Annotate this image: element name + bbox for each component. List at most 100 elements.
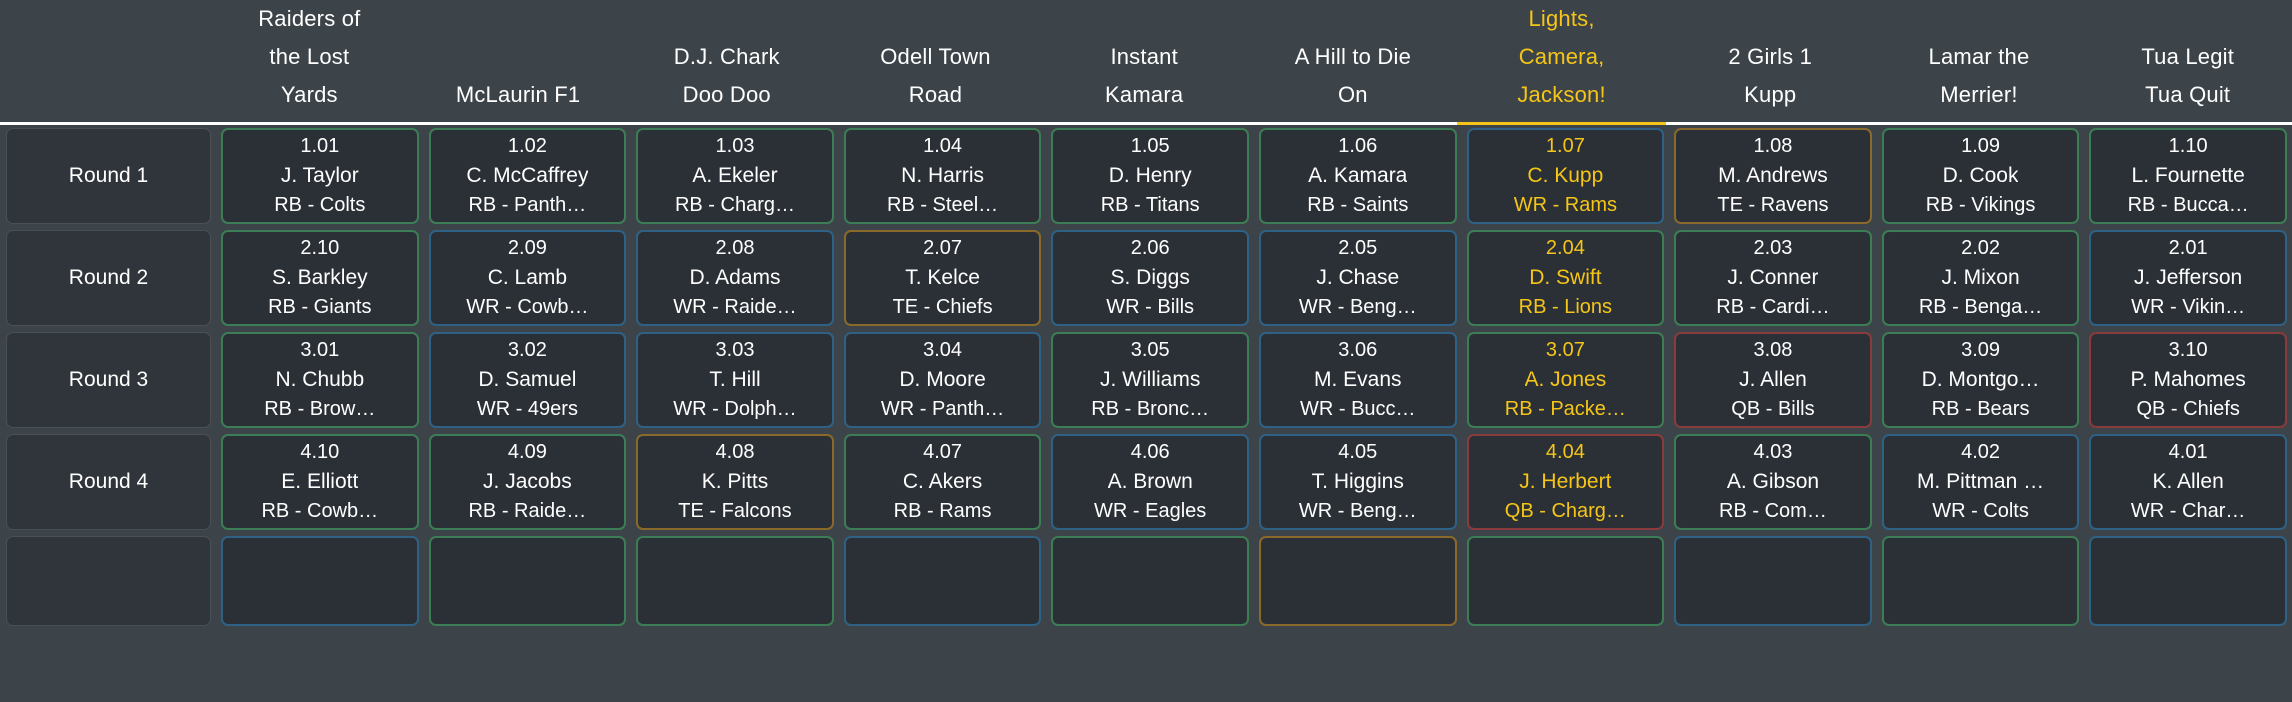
draft-pick-cell[interactable]: 3.04 D. Moore WR - Panth… [843, 332, 1042, 428]
pick-number: 1.05 [1130, 135, 1170, 157]
draft-pick-cell[interactable]: 4.09 J. Jacobs RB - Raide… [428, 434, 627, 530]
draft-pick-cell[interactable]: 4.02 M. Pittman … WR - Colts [1881, 434, 2080, 530]
draft-pick-cell[interactable]: 2.07 T. Kelce TE - Chiefs [843, 230, 1042, 326]
draft-pick-cell[interactable]: 3.08 J. Allen QB - Bills [1674, 332, 1872, 428]
team-header-7[interactable]: Lights, Camera, Jackson! [1457, 0, 1666, 125]
player-position-team: WR - Dolph… [673, 398, 797, 420]
draft-pick-cell[interactable] [1881, 536, 2080, 626]
draft-pick-cell[interactable] [2089, 536, 2287, 626]
draft-pick-cell[interactable] [843, 536, 1042, 626]
player-position-team: RB - Benga… [1918, 296, 2043, 318]
pick-number: 1.04 [923, 135, 963, 157]
draft-pick-cell[interactable]: 1.10 L. Fournette RB - Bucca… [2089, 128, 2287, 224]
draft-pick-cell[interactable]: 3.05 J. Williams RB - Bronc… [1051, 332, 1249, 428]
pick-number: 1.09 [1961, 135, 2001, 157]
pick-number: 4.05 [1338, 441, 1378, 463]
draft-pick-cell[interactable]: 3.06 M. Evans WR - Bucc… [1258, 332, 1457, 428]
draft-pick-cell[interactable]: 2.01 J. Jefferson WR - Vikin… [2089, 230, 2287, 326]
draft-pick-cell[interactable]: 2.08 D. Adams WR - Raide… [636, 230, 834, 326]
draft-pick-cell[interactable]: 3.07 A. Jones RB - Packe… [1466, 332, 1665, 428]
draft-pick-cell[interactable] [428, 536, 627, 626]
player-name: M. Evans [1314, 368, 1402, 391]
player-name: J. Williams [1100, 368, 1201, 391]
pick-number: 4.06 [1130, 441, 1170, 463]
team-header-5[interactable]: Instant Kamara [1040, 0, 1249, 122]
draft-pick-cell[interactable]: 4.05 T. Higgins WR - Beng… [1258, 434, 1457, 530]
draft-pick-cell[interactable] [1674, 536, 1872, 626]
team-header-8[interactable]: 2 Girls 1 Kupp [1666, 0, 1875, 122]
draft-pick-cell[interactable]: 3.10 P. Mahomes QB - Chiefs [2089, 332, 2287, 428]
pick-number: 2.01 [2168, 237, 2208, 259]
pick-number: 1.02 [507, 135, 547, 157]
draft-pick-cell[interactable]: 2.09 C. Lamb WR - Cowb… [428, 230, 627, 326]
pick-number: 1.07 [1545, 135, 1585, 157]
draft-pick-cell[interactable]: 1.07 C. Kupp WR - Rams [1466, 128, 1665, 224]
player-name: D. Cook [1942, 164, 2019, 187]
draft-pick-cell[interactable]: 3.03 T. Hill WR - Dolph… [636, 332, 834, 428]
player-position-team: RB - Steel… [887, 194, 999, 216]
draft-pick-cell[interactable]: 1.02 C. McCaffrey RB - Panth… [428, 128, 627, 224]
draft-pick-cell[interactable]: 4.06 A. Brown WR - Eagles [1051, 434, 1249, 530]
team-header-10[interactable]: Tua Legit Tua Quit [2083, 0, 2292, 122]
draft-pick-cell[interactable] [1466, 536, 1665, 626]
draft-pick-cell[interactable]: 3.09 D. Montgo… RB - Bears [1881, 332, 2080, 428]
player-position-team: QB - Bills [1731, 398, 1815, 420]
player-name: K. Pitts [701, 470, 769, 493]
player-position-team: RB - Titans [1100, 194, 1200, 216]
draft-pick-cell[interactable]: 1.08 M. Andrews TE - Ravens [1674, 128, 1872, 224]
draft-pick-cell[interactable]: 2.10 S. Barkley RB - Giants [221, 230, 419, 326]
draft-pick-cell[interactable]: 1.01 J. Taylor RB - Colts [221, 128, 419, 224]
draft-pick-cell[interactable]: 3.02 D. Samuel WR - 49ers [428, 332, 627, 428]
draft-pick-cell[interactable]: 4.01 K. Allen WR - Char… [2089, 434, 2287, 530]
player-position-team: WR - Cowb… [466, 296, 589, 318]
pick-number: 2.08 [715, 237, 755, 259]
pick-number: 3.07 [1545, 339, 1585, 361]
team-header-2[interactable]: McLaurin F1 [414, 0, 623, 122]
round-label [6, 536, 211, 626]
draft-pick-cell[interactable]: 3.01 N. Chubb RB - Brow… [221, 332, 419, 428]
pick-number: 3.03 [715, 339, 755, 361]
player-name: S. Barkley [271, 266, 368, 289]
draft-board-header: Raiders of the Lost Yards McLaurin F1 D.J.… [0, 0, 2292, 125]
draft-pick-cell[interactable]: 1.05 D. Henry RB - Titans [1051, 128, 1249, 224]
draft-pick-cell[interactable]: 4.10 E. Elliott RB - Cowb… [221, 434, 419, 530]
player-name: M. Andrews [1718, 164, 1828, 187]
player-position-team: WR - Char… [2130, 500, 2246, 522]
player-name: T. Hill [709, 368, 761, 391]
team-header-3[interactable]: D.J. Chark Doo Doo [622, 0, 831, 122]
player-name: A. Gibson [1726, 470, 1820, 493]
pick-number: 4.09 [507, 441, 547, 463]
draft-pick-cell[interactable]: 4.03 A. Gibson RB - Com… [1674, 434, 1872, 530]
draft-pick-cell[interactable]: 2.05 J. Chase WR - Beng… [1258, 230, 1457, 326]
draft-pick-cell[interactable]: 2.04 D. Swift RB - Lions [1466, 230, 1665, 326]
draft-pick-cell[interactable]: 1.03 A. Ekeler RB - Charg… [636, 128, 834, 224]
draft-pick-cell[interactable]: 1.06 A. Kamara RB - Saints [1258, 128, 1457, 224]
draft-pick-cell[interactable]: 4.08 K. Pitts TE - Falcons [636, 434, 834, 530]
team-header-1[interactable]: Raiders of the Lost Yards [205, 0, 414, 122]
player-position-team: RB - Vikings [1925, 194, 2036, 216]
team-header-4[interactable]: Odell Town Road [831, 0, 1040, 122]
draft-pick-cell[interactable]: 1.04 N. Harris RB - Steel… [843, 128, 1042, 224]
player-name: K. Allen [2152, 470, 2224, 493]
draft-pick-cell[interactable]: 4.07 C. Akers RB - Rams [843, 434, 1042, 530]
team-header-9[interactable]: Lamar the Merrier! [1875, 0, 2084, 122]
draft-pick-cell[interactable] [636, 536, 834, 626]
draft-pick-cell[interactable] [1258, 536, 1457, 626]
player-position-team: WR - Vikin… [2131, 296, 2246, 318]
player-name: M. Pittman … [1916, 470, 2045, 493]
player-position-team: TE - Ravens [1717, 194, 1829, 216]
pick-number: 4.03 [1753, 441, 1793, 463]
team-header-6[interactable]: A Hill to Die On [1249, 0, 1458, 122]
player-position-team: RB - Bucca… [2127, 194, 2249, 216]
draft-pick-cell[interactable]: 2.03 J. Conner RB - Cardi… [1674, 230, 1872, 326]
draft-pick-cell[interactable] [221, 536, 419, 626]
pick-number: 3.01 [300, 339, 340, 361]
player-name: J. Herbert [1519, 470, 1612, 493]
draft-pick-cell[interactable] [1051, 536, 1249, 626]
draft-pick-cell[interactable]: 4.04 J. Herbert QB - Charg… [1466, 434, 1665, 530]
draft-pick-cell[interactable]: 1.09 D. Cook RB - Vikings [1881, 128, 2080, 224]
pick-number: 4.07 [923, 441, 963, 463]
round-label: Round 1 [6, 128, 211, 224]
draft-pick-cell[interactable]: 2.06 S. Diggs WR - Bills [1051, 230, 1249, 326]
draft-pick-cell[interactable]: 2.02 J. Mixon RB - Benga… [1881, 230, 2080, 326]
